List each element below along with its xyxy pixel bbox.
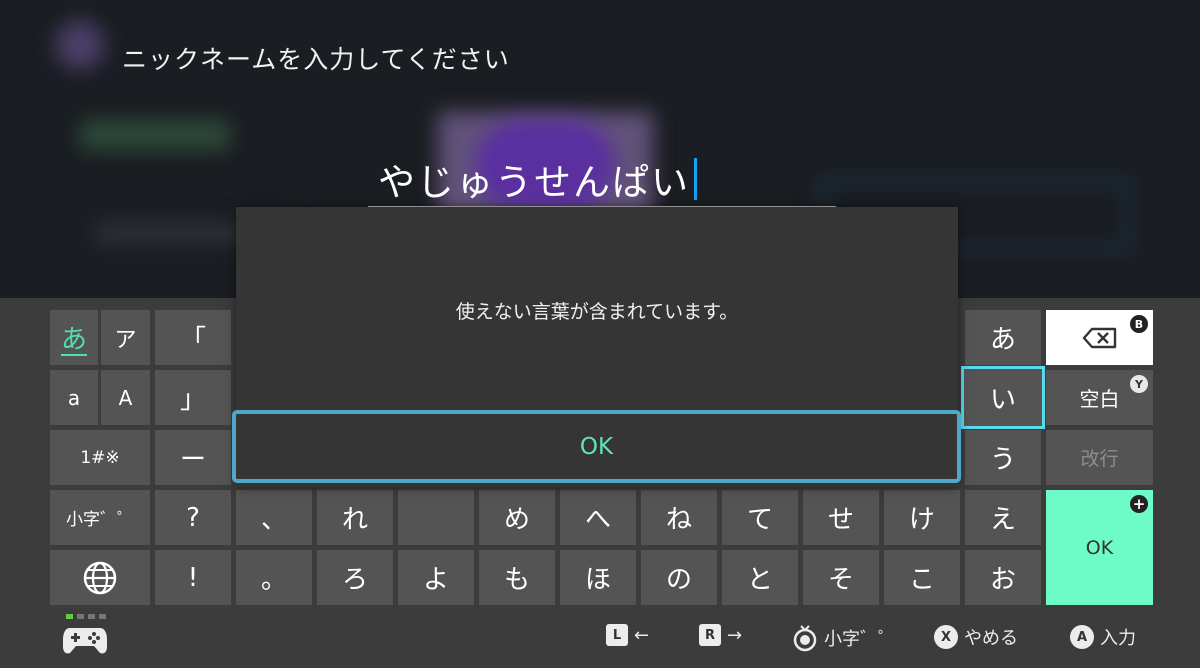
l-button-icon: L: [606, 624, 628, 646]
key-kana[interactable]: こ: [884, 550, 960, 605]
controller-icon: [63, 628, 107, 654]
key-kana[interactable]: そ: [803, 550, 879, 605]
key-kana[interactable]: ね: [641, 490, 717, 545]
key-kana[interactable]: け: [884, 490, 960, 545]
hint-cancel: X やめる: [934, 624, 1018, 650]
key-small-kana[interactable]: 小字゛゜: [50, 490, 150, 545]
key-exclamation[interactable]: !: [155, 550, 231, 605]
key-lower-latin[interactable]: a: [50, 370, 98, 425]
hint-enter: A 入力: [1070, 624, 1136, 650]
stick-press-icon: [793, 625, 817, 652]
input-prompt: ニックネームを入力してください: [122, 45, 510, 74]
hint-small-kana: 小字゛゜: [792, 624, 896, 652]
y-button-icon: Y: [1130, 375, 1148, 393]
nickname-input[interactable]: やじゅうせんぱい: [378, 152, 697, 206]
key-kana[interactable]: う: [965, 430, 1041, 485]
key-kana-selected[interactable]: い: [961, 366, 1045, 429]
key-kana[interactable]: [398, 490, 474, 545]
left-arrow-icon: ←: [634, 624, 650, 646]
key-kana[interactable]: せ: [803, 490, 879, 545]
key-kana[interactable]: の: [641, 550, 717, 605]
hint-cursor-left: L ←: [606, 624, 649, 646]
a-button-icon: A: [1070, 625, 1094, 649]
plus-button-icon: +: [1130, 495, 1148, 513]
x-button-icon: X: [934, 625, 958, 649]
key-language[interactable]: [50, 550, 150, 605]
hint-cursor-right: R →: [699, 624, 742, 646]
key-long-vowel[interactable]: ー: [155, 430, 231, 485]
key-kana[interactable]: よ: [398, 550, 474, 605]
nickname-value: やじゅうせんぱい: [378, 161, 690, 204]
player-indicator: [66, 614, 106, 619]
hint-label: やめる: [964, 628, 1018, 649]
blurred-element: [80, 120, 230, 150]
globe-icon: [83, 561, 117, 594]
key-upper-latin[interactable]: A: [101, 370, 150, 425]
key-kana[interactable]: え: [965, 490, 1041, 545]
text-caret: [694, 158, 697, 200]
dialog-ok-button[interactable]: OK: [232, 410, 961, 483]
key-kana[interactable]: ほ: [560, 550, 636, 605]
key-kana[interactable]: 。: [236, 550, 312, 605]
key-kana[interactable]: れ: [317, 490, 393, 545]
key-kana[interactable]: と: [722, 550, 798, 605]
key-symbols[interactable]: 1#※: [50, 430, 150, 485]
key-kana[interactable]: め: [479, 490, 555, 545]
dialog-message: 使えない言葉が含まれています。: [455, 301, 739, 323]
key-kana[interactable]: あ: [965, 310, 1041, 365]
key-kana[interactable]: お: [965, 550, 1041, 605]
r-button-icon: R: [699, 624, 721, 646]
key-question[interactable]: ?: [155, 490, 231, 545]
right-arrow-icon: →: [727, 624, 743, 646]
key-kana[interactable]: て: [722, 490, 798, 545]
key-hiragana[interactable]: あ: [50, 310, 98, 365]
key-kana[interactable]: も: [479, 550, 555, 605]
key-kana[interactable]: 、: [236, 490, 312, 545]
newline-key: 改行: [1046, 430, 1153, 485]
key-katakana[interactable]: ア: [101, 310, 150, 365]
key-close-bracket[interactable]: 」: [155, 370, 231, 425]
hint-label: 小字゛゜: [824, 629, 896, 650]
key-kana[interactable]: へ: [560, 490, 636, 545]
b-button-icon: B: [1130, 315, 1148, 333]
blurred-avatar: [55, 20, 105, 70]
hint-label: 入力: [1100, 628, 1136, 649]
key-kana[interactable]: ろ: [317, 550, 393, 605]
key-open-bracket[interactable]: 「: [155, 310, 231, 365]
backspace-icon: [1082, 327, 1116, 348]
